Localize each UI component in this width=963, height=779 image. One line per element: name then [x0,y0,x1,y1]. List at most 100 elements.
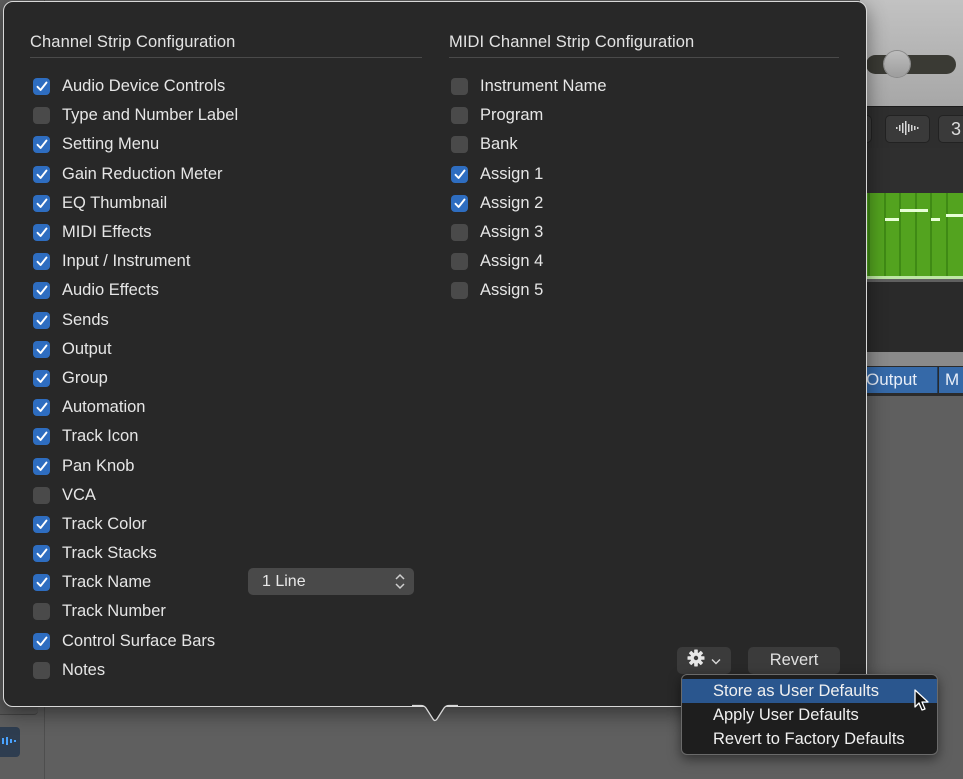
channel-strip-option[interactable]: Track Icon [33,422,238,451]
checkmark-icon [36,344,48,355]
option-label: Track Color [62,514,147,533]
option-label: Track Stacks [62,544,157,563]
popover-arrow [412,703,458,722]
checkmark-icon [454,169,466,180]
checkbox-checked[interactable] [33,369,50,387]
checkbox-checked[interactable] [451,165,468,183]
midi-channel-strip-option[interactable]: Instrument Name [451,72,607,101]
midi-channel-strip-option[interactable]: Assign 2 [451,189,607,218]
midi-note [931,218,940,221]
checkmark-icon [36,256,48,267]
channel-strip-option[interactable]: Track Color [33,510,238,539]
checkbox-checked[interactable] [33,282,50,300]
midi-channel-strip-option[interactable]: Bank [451,130,607,159]
midi-channel-strip-title: MIDI Channel Strip Configuration [449,33,695,51]
channel-strip-option[interactable]: Type and Number Label [33,101,238,130]
channel-strip-option[interactable]: EQ Thumbnail [33,189,238,218]
audio-waveform-button[interactable] [885,115,930,143]
midi-channel-strip-option[interactable]: Assign 1 [451,160,607,189]
checkbox-unchecked[interactable] [451,136,468,154]
channel-strip-option[interactable]: Sends [33,306,238,335]
option-label: EQ Thumbnail [62,193,168,212]
checkbox-checked[interactable] [33,78,50,96]
checkbox-checked[interactable] [33,165,50,183]
mixer-next-button[interactable]: M [939,367,963,393]
output-button[interactable]: Output [860,367,938,393]
gear-dropdown-menu: Store as User Defaults Apply User Default… [681,674,938,755]
menu-item[interactable]: Revert to Factory Defaults [682,727,937,751]
checkbox-checked[interactable] [33,253,50,271]
checkbox-checked[interactable] [33,136,50,154]
checkbox-checked[interactable] [33,545,50,563]
midi-channel-strip-option[interactable]: Assign 3 [451,218,607,247]
option-label: Notes [62,660,106,679]
channel-strip-option[interactable]: Automation [33,393,238,422]
checkbox-checked[interactable] [451,194,468,212]
checkbox-unchecked[interactable] [451,224,468,242]
channel-strip-option[interactable]: Audio Effects [33,276,238,305]
section-divider [30,57,422,58]
checkbox-checked[interactable] [33,399,50,417]
option-label: Sends [62,310,109,329]
track-area [860,282,963,352]
checkbox-checked[interactable] [33,224,50,242]
option-label: Assign 2 [480,193,544,212]
channel-strip-option[interactable]: Gain Reduction Meter [33,160,238,189]
channel-strip-option[interactable]: Track Stacks [33,539,238,568]
checkbox-checked[interactable] [33,457,50,475]
menu-item[interactable]: Store as User Defaults [682,679,937,703]
waveform-button[interactable] [0,727,20,757]
master-volume-slider-knob[interactable] [884,51,910,77]
checkbox-checked[interactable] [33,428,50,446]
channel-strip-option[interactable]: Notes [33,656,238,685]
checkmark-icon [36,636,48,647]
midi-region[interactable] [860,193,963,279]
checkbox-checked[interactable] [33,515,50,533]
midi-channel-strip-option[interactable]: Assign 4 [451,247,607,276]
channel-strip-option[interactable]: MIDI Effects [33,218,238,247]
channel-strip-option[interactable]: Group [33,364,238,393]
timeline-ruler [860,148,963,194]
toolbar-counter-button[interactable]: 3 [938,115,963,143]
checkbox-unchecked[interactable] [33,661,50,679]
midi-channel-strip-option[interactable]: Program [451,101,607,130]
checkbox-checked[interactable] [33,340,50,358]
midi-channel-strip-option[interactable]: Assign 5 [451,276,607,305]
midi-note [885,218,899,221]
checkbox-checked[interactable] [33,632,50,650]
channel-strip-option[interactable]: Input / Instrument [33,247,238,276]
checkbox-checked[interactable] [33,311,50,329]
checkbox-unchecked[interactable] [33,486,50,504]
checkbox-unchecked[interactable] [33,603,50,621]
up-down-chevron-icon [395,573,405,595]
checkbox-unchecked[interactable] [33,107,50,125]
checkmark-icon [36,227,48,238]
menu-item[interactable]: Apply User Defaults [682,703,937,727]
checkbox-unchecked[interactable] [451,78,468,96]
channel-strip-option[interactable]: Control Surface Bars [33,627,238,656]
checkbox-unchecked[interactable] [451,282,468,300]
checkbox-unchecked[interactable] [451,107,468,125]
checkbox-unchecked[interactable] [451,253,468,271]
checkbox-checked[interactable] [33,194,50,212]
option-label: Instrument Name [480,77,607,96]
checkbox-checked[interactable] [33,574,50,592]
channel-strip-option[interactable]: Pan Knob [33,451,238,480]
channel-strip-option[interactable]: Track Number [33,597,238,626]
option-label: Setting Menu [62,135,160,154]
option-label: Program [480,106,544,125]
checkmark-icon [36,81,48,92]
option-label: Bank [480,135,518,154]
channel-strip-option[interactable]: Track Name [33,568,238,597]
channel-strip-option[interactable]: VCA [33,481,238,510]
option-label: Audio Device Controls [62,77,226,96]
option-label: Type and Number Label [62,106,239,125]
channel-strip-option[interactable]: Audio Device Controls [33,72,238,101]
midi-channel-strip-options: Instrument Name Program Bank Assign 1 Assign… [451,72,607,306]
master-volume-slider[interactable] [866,55,956,74]
channel-strip-option[interactable]: Setting Menu [33,130,238,159]
gear-menu-button[interactable] [677,647,731,674]
track-name-lines-select[interactable]: 1 Line [248,568,414,595]
channel-strip-option[interactable]: Output [33,335,238,364]
revert-button[interactable]: Revert [748,647,840,674]
